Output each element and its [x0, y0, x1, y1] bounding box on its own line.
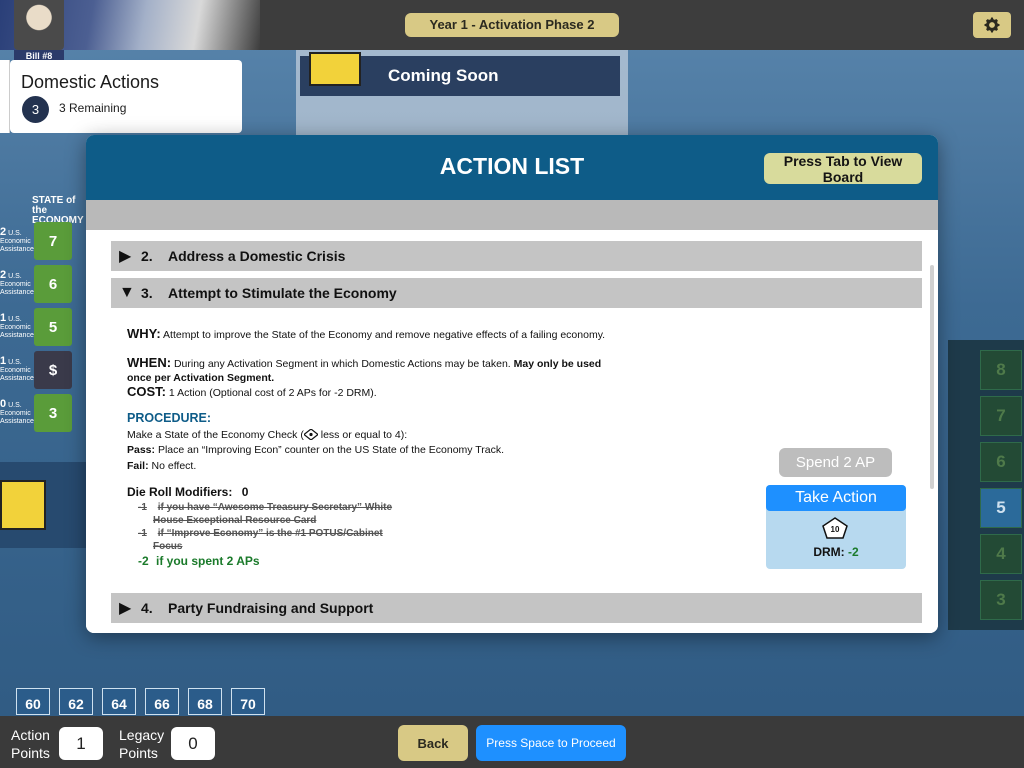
- modal-subbar: [86, 200, 938, 230]
- action-list-modal: ACTION LIST Press Tab to View Board ▶ 2.…: [86, 135, 938, 633]
- modifier-spent-ap: -2 if you spent 2 APs: [138, 554, 260, 568]
- drm-header: Die Roll Modifiers: 0: [127, 485, 249, 499]
- settings-button[interactable]: [973, 12, 1011, 38]
- alignment-box: 4: [980, 534, 1022, 574]
- drm-result: DRM: -2: [813, 545, 859, 559]
- when-text: WHEN: During any Activation Segment in w…: [127, 355, 602, 385]
- spend-ap-button[interactable]: Spend 2 AP: [779, 448, 892, 477]
- chevron-right-icon: ▶: [119, 600, 132, 617]
- actions-remaining: 3 Remaining: [59, 101, 127, 115]
- legacy-points-value: 0: [171, 727, 215, 760]
- domestic-actions-title: Domestic Actions: [21, 72, 160, 92]
- alignment-box: 5: [980, 488, 1022, 528]
- econ-box: 5: [34, 308, 72, 346]
- modifier-potus-focus: -1 if “Improve Economy” is the #1 POTUS/…: [138, 528, 383, 552]
- alignment-box: 8: [980, 350, 1022, 390]
- d10-icon: [302, 428, 319, 441]
- action-points-label: Action Points: [11, 727, 50, 761]
- econ-box: 3: [34, 394, 72, 432]
- die-face: 10: [831, 525, 840, 534]
- actions-count-badge: 3: [22, 96, 49, 123]
- econ-marker: $: [34, 351, 72, 389]
- alignment-box: 3: [980, 580, 1022, 620]
- view-board-button[interactable]: Press Tab to View Board: [764, 153, 922, 185]
- econ-box: 7: [34, 222, 72, 260]
- coming-soon-label: Coming Soon: [388, 66, 499, 85]
- legacy-points-label: Legacy Points: [119, 727, 165, 761]
- track-tile: 62: [59, 688, 93, 715]
- chevron-down-icon: ▼: [119, 284, 135, 301]
- under-construction-badge: [309, 52, 361, 86]
- modifier-treasury: -1 if you have “Awesome Treasury Secreta…: [138, 502, 393, 526]
- action-points-value: 1: [59, 727, 103, 760]
- track-tile: 64: [102, 688, 136, 715]
- track-tile: 70: [231, 688, 265, 715]
- fail-text: Fail: No effect.: [127, 460, 197, 472]
- alignment-box: 7: [980, 396, 1022, 436]
- president-portrait: [14, 0, 64, 50]
- under-construction-badge: [0, 480, 46, 530]
- econ-box: 6: [34, 265, 72, 303]
- track-tile: 60: [16, 688, 50, 715]
- action-item-stimulate-economy[interactable]: ▼ 3. Attempt to Stimulate the Economy: [111, 278, 922, 308]
- proceed-button[interactable]: Press Space to Proceed: [476, 725, 626, 761]
- alignment-box: 6: [980, 442, 1022, 482]
- d10-die-icon: 10: [822, 517, 848, 539]
- cost-text: COST: 1 Action (Optional cost of 2 APs f…: [127, 384, 377, 400]
- phase-indicator: Year 1 - Activation Phase 2: [405, 13, 619, 37]
- track-tile: 68: [188, 688, 222, 715]
- pass-text: Pass: Place an “Improving Econ” counter …: [127, 444, 505, 456]
- action-item-address-crisis[interactable]: ▶ 2. Address a Domestic Crisis: [111, 241, 922, 271]
- procedure-label: PROCEDURE:: [127, 411, 212, 425]
- domestic-actions-card: [10, 60, 242, 133]
- chevron-right-icon: ▶: [119, 248, 132, 265]
- why-text: WHY: Attempt to improve the State of the…: [127, 326, 606, 342]
- action-item-party-fundraising[interactable]: ▶ 4. Party Fundraising and Support: [111, 593, 922, 623]
- procedure-text: Make a State of the Economy Check ( less…: [127, 428, 408, 441]
- scrollbar[interactable]: [930, 265, 934, 489]
- gear-icon: [984, 17, 1000, 33]
- track-tile: 66: [145, 688, 179, 715]
- back-button[interactable]: Back: [398, 725, 468, 761]
- card-edge: [0, 60, 10, 133]
- take-action-button[interactable]: Take Action: [766, 485, 906, 511]
